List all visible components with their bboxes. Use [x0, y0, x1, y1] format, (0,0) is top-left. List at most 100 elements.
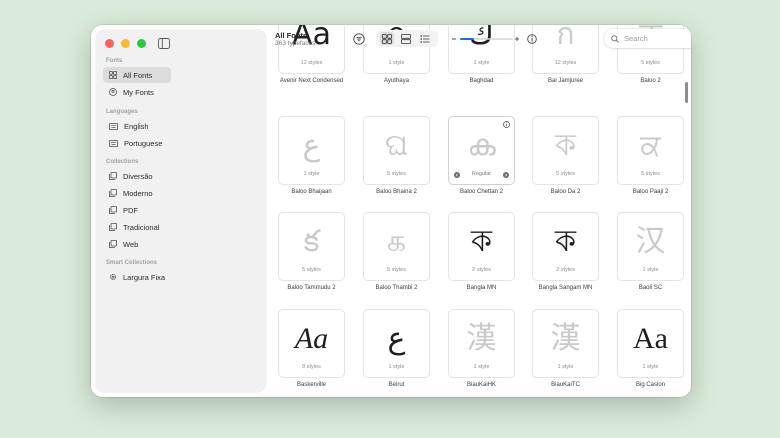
font-name-label: BiauKaiHK [466, 382, 496, 388]
search-input[interactable]: Search [624, 34, 648, 43]
sidebar-item-web[interactable]: Web [103, 236, 171, 252]
font-name-label: Baloo Tamma 2 [690, 189, 692, 195]
font-tile-baloo-da-2[interactable]: ক 5 styles [532, 116, 599, 185]
font-grid: Aa 12 styles Avenir Next Condensed ก 1 style… [266, 25, 691, 397]
font-name-label: Baskerville [296, 382, 326, 388]
font-preview-glyph: ଘ [384, 128, 409, 163]
font-preview-glyph: ক [555, 224, 576, 259]
font-name-label: Baghdad [469, 78, 494, 84]
preview-size-slider[interactable] [452, 33, 538, 45]
sidebar-item-label: My Fonts [123, 87, 154, 97]
font-name-label: Bangla Sangam MN [538, 285, 593, 291]
keyboard-icon [109, 139, 118, 147]
font-preview-glyph: ক [471, 224, 492, 259]
style-count: 5 styles [641, 60, 660, 66]
grid-view-button[interactable] [380, 32, 394, 45]
font-preview-glyph: க [386, 224, 407, 259]
font-tile-bai-jamjuree[interactable]: ก 12 styles [532, 25, 599, 74]
vertical-scrollbar[interactable] [685, 82, 688, 103]
sidebar-item-label: All Fonts [123, 70, 153, 80]
font-name-label: Beirut [388, 382, 405, 388]
font-tile-bangla-sangam-mn[interactable]: ক 2 styles [532, 212, 599, 281]
main-content: Aa 12 styles Avenir Next Condensed ก 1 style… [266, 25, 691, 397]
font-tile-bangla-mn[interactable]: ক 2 styles [448, 212, 515, 281]
font-preview-glyph: 汉 [635, 224, 666, 259]
style-count: 5 styles [387, 171, 406, 177]
sidebar-item-pdf[interactable]: PDF [103, 202, 171, 218]
style-count: 1 style [473, 364, 490, 370]
sidebar-item-portuguese[interactable]: Portuguese [103, 135, 171, 151]
sidebar-item-tradicional[interactable]: Tradicional [103, 219, 171, 235]
font-preview-glyph: 漢 [466, 321, 497, 356]
sidebar-item-my-fonts[interactable]: My Fonts [103, 84, 171, 100]
previous-style-icon[interactable] [454, 172, 460, 178]
style-count: 1 style [557, 364, 574, 370]
font-name-label: BIZ UDGothic [690, 382, 692, 388]
close-window-button[interactable] [105, 39, 114, 48]
font-preview-glyph: క [303, 224, 320, 259]
style-count: 1 style [303, 171, 320, 177]
font-book-window: Fonts All Fonts My Fonts Languages Englis… [91, 25, 691, 397]
typeface-count: 363 typefaces [275, 40, 316, 47]
font-tile-baloo-thambi-2[interactable]: க 5 styles [363, 212, 430, 281]
search-field[interactable]: Search [604, 29, 691, 48]
zoom-window-button[interactable] [137, 39, 146, 48]
font-tile-beirut[interactable]: ع 1 style [363, 309, 430, 378]
tile-info-icon[interactable] [503, 121, 510, 128]
filter-button[interactable] [352, 32, 366, 46]
grid-view-icon [382, 33, 392, 44]
strip-view-button[interactable] [399, 32, 413, 45]
sidebar-item-moderno[interactable]: Moderno [103, 185, 171, 201]
font-preview-glyph: ع [302, 128, 321, 163]
sidebar: Fonts All Fonts My Fonts Languages Englis… [96, 30, 266, 392]
font-name-label: Baloo Thambi 2 [375, 285, 418, 291]
sidebar-item-largura-fixa[interactable]: Largura Fixa [103, 269, 171, 285]
section-title-languages: Languages [106, 109, 138, 115]
list-view-button[interactable] [418, 32, 432, 45]
font-name-label: Big Caslon [635, 382, 665, 388]
sidebar-item-label: Moderno [123, 188, 153, 198]
style-count: 5 styles [641, 171, 660, 177]
font-tile-baoli-sc[interactable]: 汉 1 style [617, 212, 684, 281]
sidebar-item-divers-o[interactable]: Diversão [103, 168, 171, 184]
sidebar-toggle-icon[interactable] [158, 38, 170, 49]
style-count: 5 styles [556, 171, 575, 177]
sidebar-item-label: English [124, 121, 149, 131]
font-tile-biaukaihk[interactable]: 漢 1 style [448, 309, 515, 378]
font-preview-glyph: ക [467, 128, 496, 163]
font-tile-baloo-bhaijaan[interactable]: ع 1 style [278, 116, 345, 185]
minimize-window-button[interactable] [121, 39, 130, 48]
section-title-fonts: Fonts [106, 58, 123, 64]
font-name-label: Baloo Chettan 2 [459, 189, 504, 195]
grid-icon [109, 71, 117, 79]
font-name-label: Avenir Next Condensed [279, 78, 344, 84]
search-icon [611, 34, 619, 43]
font-preview-glyph: ক [555, 128, 576, 163]
style-count: 2 styles [556, 267, 575, 273]
font-tile-baloo-chettan-2[interactable]: ക Regular [448, 116, 515, 185]
sidebar-item-english[interactable]: English [103, 118, 171, 134]
style-count: 5 styles [387, 267, 406, 273]
sidebar-item-label: PDF [123, 205, 138, 215]
style-count: 1 style [388, 364, 405, 370]
font-tile-baloo-paaji-2[interactable]: ਕ 5 styles [617, 116, 684, 185]
section-title-smart-collections: Smart Collections [106, 260, 158, 266]
font-tile-baloo-bhaina-2[interactable]: ଘ 5 styles [363, 116, 430, 185]
next-style-icon[interactable] [503, 172, 509, 178]
collection-stack-icon [109, 189, 117, 197]
font-tile-big-caslon[interactable]: Aa 1 style [617, 309, 684, 378]
style-count: 1 style [642, 267, 659, 273]
sidebar-item-all-fonts[interactable]: All Fonts [103, 67, 171, 83]
font-tile-baskerville[interactable]: Aa 8 styles [278, 309, 345, 378]
sidebar-item-label: Diversão [123, 171, 153, 181]
window-controls [105, 39, 146, 48]
sidebar-item-label: Tradicional [123, 222, 160, 232]
font-name-label: Baloo 2 [640, 78, 661, 84]
font-preview-glyph: 漢 [550, 321, 581, 356]
font-name-label: Baloo Paaji 2 [632, 189, 669, 195]
font-tile-baloo-tammudu-2[interactable]: క 5 styles [278, 212, 345, 281]
view-mode-group [376, 30, 438, 47]
font-tile-biaukaitc[interactable]: 漢 1 style [532, 309, 599, 378]
font-name-label: Bai Jamjuree [547, 78, 583, 84]
sidebar-item-label: Portuguese [124, 138, 163, 148]
